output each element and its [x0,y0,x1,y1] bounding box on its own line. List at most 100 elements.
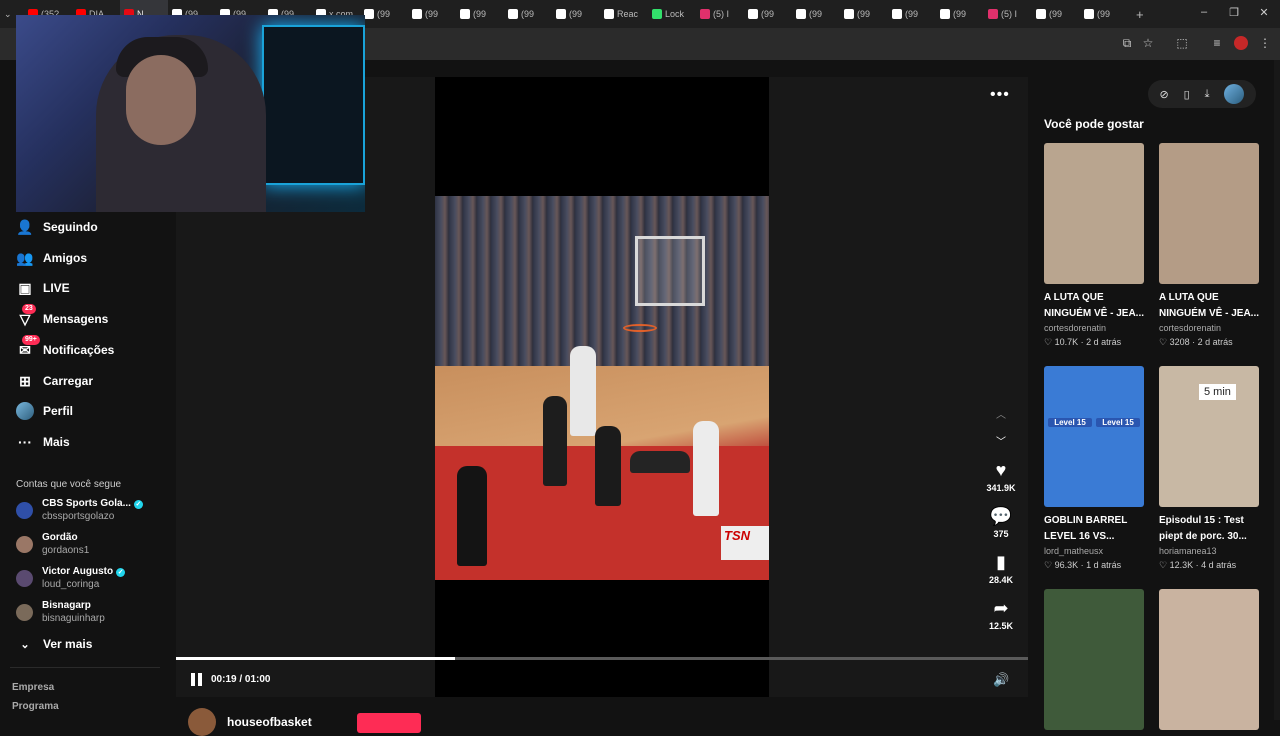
card-title-line2[interactable]: NINGUÉM VÊ - JEA... [1044,306,1144,322]
tab-label: (5) I [1001,9,1018,19]
sidebar-item-following[interactable]: 👤 Seguindo [16,216,98,238]
card-author[interactable]: cortesdorenatin [1159,322,1259,335]
extensions-icon[interactable]: ⬚ [1175,36,1189,50]
browser-tab[interactable]: (99 [504,0,552,28]
tab-label: (99 [521,9,535,19]
author-name[interactable]: houseofbasket [227,715,312,729]
card-author[interactable]: horiamanea13 [1159,545,1259,558]
video-thumbnail[interactable] [1159,589,1259,730]
browser-tab[interactable]: (99 [936,0,984,28]
recommended-video-card[interactable]: A LUTA QUE NINGUÉM VÊ - JEA... cortesdoren… [1044,143,1144,350]
maximize-icon[interactable]: ❐ [1226,6,1242,19]
card-author[interactable]: cortesdorenatin [1044,322,1144,335]
browser-menu-icon[interactable]: ⋮ [1258,36,1272,50]
card-title[interactable]: A LUTA QUE [1159,290,1259,306]
card-title[interactable]: GOBLIN BARREL [1044,513,1144,529]
download-icon[interactable]: ⤓ [1205,88,1210,101]
share-icon: ➦ [993,598,1009,618]
video-more-options-icon[interactable]: ••• [990,86,1010,104]
user-avatar[interactable] [1224,84,1245,104]
recommended-video-card[interactable]: Level 15 Level 15 GOBLIN BARREL LEVEL 16 VS… [1044,366,1144,573]
video-thumbnail[interactable]: Level 15 Level 15 [1044,366,1144,507]
video-player-figure [693,421,719,516]
card-author[interactable]: lord_matheusx [1044,545,1144,558]
recommended-video-card[interactable]: A LUTA QUE NINGUÉM VÊ - JEA... cortesdoren… [1159,143,1259,350]
video-thumbnail[interactable]: 5 min [1159,366,1259,507]
recommended-video-card[interactable] [1159,589,1259,730]
browser-tab[interactable]: Lock [648,0,696,28]
install-app-icon[interactable]: ⧉ [1120,36,1134,50]
browser-tab[interactable]: (99 [1032,0,1080,28]
new-tab-icon[interactable]: + [1128,0,1148,28]
browser-tab[interactable]: (99 [552,0,600,28]
browser-tab[interactable]: (5) I [984,0,1032,28]
comment-count: 375 [993,529,1009,539]
card-title[interactable]: A LUTA QUE [1044,290,1144,306]
browser-profile-avatar[interactable] [1234,36,1248,50]
video-thumbnail[interactable] [1159,143,1259,284]
sidebar-item-label: Seguindo [43,220,98,234]
previous-video-icon[interactable]: ︿ [994,406,1008,421]
browser-tab[interactable]: (99 [360,0,408,28]
friends-icon: 👥 [16,249,34,266]
video-frame[interactable]: TSN [435,196,769,580]
browser-tab[interactable]: (99 [456,0,504,28]
video-thumbnail[interactable] [1044,589,1144,730]
minimize-icon[interactable]: – [1196,6,1212,18]
recommended-video-card[interactable]: 5 min Episodul 15 : Test piept de porc. 30… [1159,366,1259,573]
sidebar-item-notifications[interactable]: ✉ 99+ Notificações [16,335,114,361]
sidebar-item-profile[interactable]: Perfil [16,400,73,422]
browser-tab[interactable]: (99 [792,0,840,28]
meta-separator: · [1189,337,1198,347]
save-button[interactable]: ▮ 28.4K [978,552,1024,585]
browser-tab[interactable]: (99 [1080,0,1128,28]
card-title-line2[interactable]: piept de porc. 30... [1159,529,1259,545]
level-label: Level 15 [1096,418,1140,427]
tab-favicon-icon [940,9,950,19]
account-avatar [16,502,33,519]
card-title[interactable]: Episodul 15 : Test [1159,513,1259,529]
share-button[interactable]: ➦ 12.5K [978,598,1024,631]
bookmark-star-icon[interactable]: ☆ [1141,36,1155,50]
footer-link-program[interactable]: Programa [12,701,59,712]
followed-account[interactable]: Victor Augusto ✓ loud_coringa [16,565,126,593]
browser-tab[interactable]: (99 [840,0,888,28]
followed-account[interactable]: Gordão gordaons1 [16,531,89,559]
pause-icon[interactable] [191,673,203,686]
sidebar-item-more[interactable]: ··· Mais [16,431,70,453]
see-more-link[interactable]: ⌄ Ver mais [16,633,92,655]
browser-tab[interactable]: (99 [744,0,792,28]
like-button[interactable]: ♥ 341.9K [978,460,1024,493]
device-icon[interactable]: ▯ [1184,88,1190,101]
sidebar-item-upload[interactable]: ⊞ Carregar [16,370,93,392]
verified-badge-icon: ✓ [133,500,143,509]
footer-link-company[interactable]: Empresa [12,682,54,693]
tab-label: (5) I [713,9,730,19]
coins-icon[interactable]: ⊘ [1159,88,1168,101]
media-icon[interactable]: ≡ [1210,36,1224,50]
browser-tab[interactable]: (5) I [696,0,744,28]
follow-button[interactable] [357,713,421,733]
video-thumbnail[interactable] [1044,143,1144,284]
card-title-line2[interactable]: LEVEL 16 VS... [1044,529,1144,545]
browser-tab[interactable]: (99 [408,0,456,28]
browser-tab[interactable]: Reac [600,0,648,28]
browser-tab[interactable]: (99 [888,0,936,28]
volume-icon[interactable]: 🔊 [993,672,1009,688]
next-video-icon[interactable]: ﹀ [994,433,1008,448]
messages-icon: ▽ 23 [16,304,36,328]
close-window-icon[interactable]: ✕ [1256,6,1272,19]
comment-button[interactable]: 💬 375 [978,506,1024,539]
sidebar-item-friends[interactable]: 👥 Amigos [16,247,87,269]
video-author[interactable]: houseofbasket [188,708,312,736]
followed-account[interactable]: CBS Sports Gola... ✓ cbssportsgolazo [16,497,143,525]
card-title-line2[interactable]: NINGUÉM VÊ - JEA... [1159,306,1259,322]
tab-favicon-icon [1036,9,1046,19]
author-avatar[interactable] [188,708,216,736]
followed-account[interactable]: Bisnagarp bisnaguinharp [16,599,105,627]
sidebar-item-messages[interactable]: ▽ 23 Mensagens [16,304,108,330]
recommended-video-card[interactable] [1044,589,1144,730]
top-right-toolbar: ⊘ ▯ ⤓ [1148,80,1256,108]
sidebar-item-live[interactable]: ▣ LIVE [16,277,69,299]
page-scrollbar[interactable] [1274,60,1280,720]
